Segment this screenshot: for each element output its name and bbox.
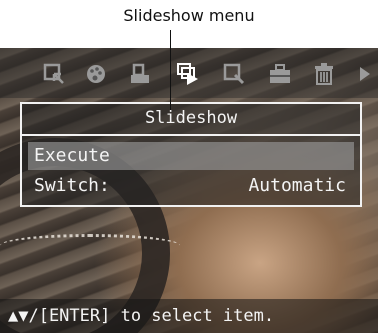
menu-item-value: Automatic (248, 175, 346, 196)
select-icon[interactable] (40, 60, 68, 88)
callout-line (170, 30, 171, 110)
background-photo-detail (0, 234, 180, 257)
callout-label: Slideshow menu (123, 6, 255, 25)
toolbar (0, 48, 378, 98)
menu-item-execute[interactable]: Execute (28, 142, 354, 170)
slideshow-icon[interactable] (174, 60, 202, 88)
menu-divider (22, 134, 360, 136)
trash-icon[interactable] (310, 60, 338, 88)
print-icon[interactable] (126, 60, 154, 88)
next-arrow-icon[interactable] (350, 60, 378, 88)
menu-item-switch[interactable]: Switch: Automatic (28, 172, 354, 200)
status-hint: ▲▼/[ENTER] to select item. (0, 299, 378, 333)
menu-item-label: Switch: (34, 175, 110, 196)
zoom-icon[interactable] (220, 60, 248, 88)
menu-item-label: Execute (34, 145, 110, 166)
palette-icon[interactable] (82, 60, 110, 88)
menu-title: Slideshow (144, 108, 238, 128)
tools-icon[interactable] (266, 60, 294, 88)
lcd-screen: Slideshow Execute Switch: Automatic ▲▼/[… (0, 48, 378, 333)
slideshow-menu: Slideshow Execute Switch: Automatic (20, 102, 362, 207)
